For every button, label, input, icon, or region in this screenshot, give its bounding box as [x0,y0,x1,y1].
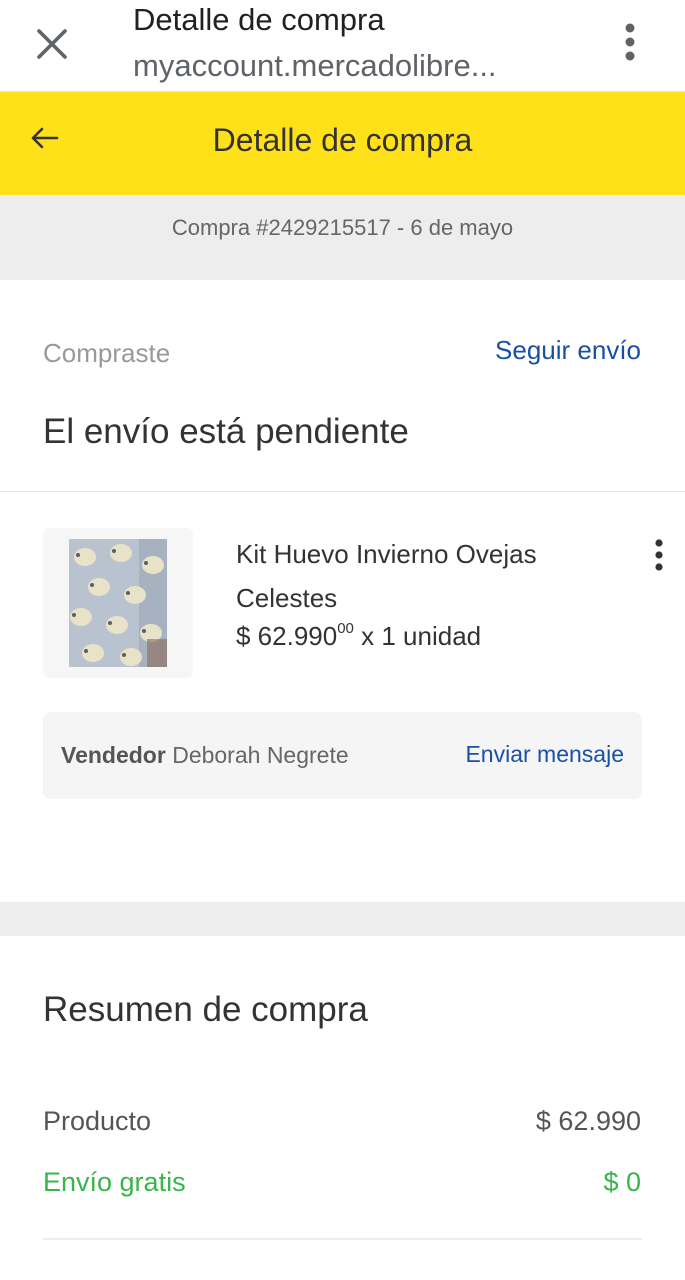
send-message-link[interactable]: Enviar mensaje [465,741,624,768]
item-more-vert-icon[interactable] [645,535,673,575]
close-icon[interactable] [28,20,76,68]
product-thumbnail[interactable] [43,528,193,678]
browser-toolbar: Detalle de compra myaccount.mercadolibre… [0,0,685,92]
summary-shipping-label: Envío gratis [43,1167,186,1197]
summary-divider [43,1238,642,1240]
purchase-card: Compraste Seguir envío El envío está pen… [0,280,685,902]
summary-shipping-value: $ 0 [603,1167,641,1197]
quantity-text: x 1 unidad [353,621,482,651]
product-name[interactable]: Kit Huevo Invierno Ovejas Celestes [236,532,596,620]
browser-url[interactable]: myaccount.mercadolibre... [133,48,543,84]
browser-page-title: Detalle de compra [133,2,385,37]
order-id: Compra #2429215517 - 6 de mayo [171,215,514,240]
summary-product-value: $ 62.990 [535,1106,641,1136]
section-separator [0,902,685,936]
purchase-summary-card: Resumen de compra Producto $ 62.990 Enví… [0,936,685,1280]
track-shipment-link[interactable]: Seguir envío [495,335,641,366]
product-price: $ 62.99000 x 1 unidad [236,620,481,652]
price-amount: $ 62.990 [236,621,338,651]
price-cents: 00 [337,620,354,637]
status-label: Compraste [43,338,171,368]
app-header: Detalle de compra [0,92,685,195]
order-band: Compra #2429215517 - 6 de mayo [0,195,685,280]
page-title: Detalle de compra [212,122,473,158]
divider [0,491,685,492]
seller-info: Vendedor Deborah Negrete [61,742,349,769]
seller-box: Vendedor Deborah Negrete Enviar mensaje [43,712,642,799]
summary-product-label: Producto [43,1106,152,1136]
shipment-status-title: El envío está pendiente [43,412,409,451]
seller-name: Deborah Negrete [165,742,349,768]
seller-label: Vendedor [61,742,166,768]
more-vert-icon[interactable] [610,18,650,66]
summary-title: Resumen de compra [43,990,368,1029]
product-image [69,539,167,667]
